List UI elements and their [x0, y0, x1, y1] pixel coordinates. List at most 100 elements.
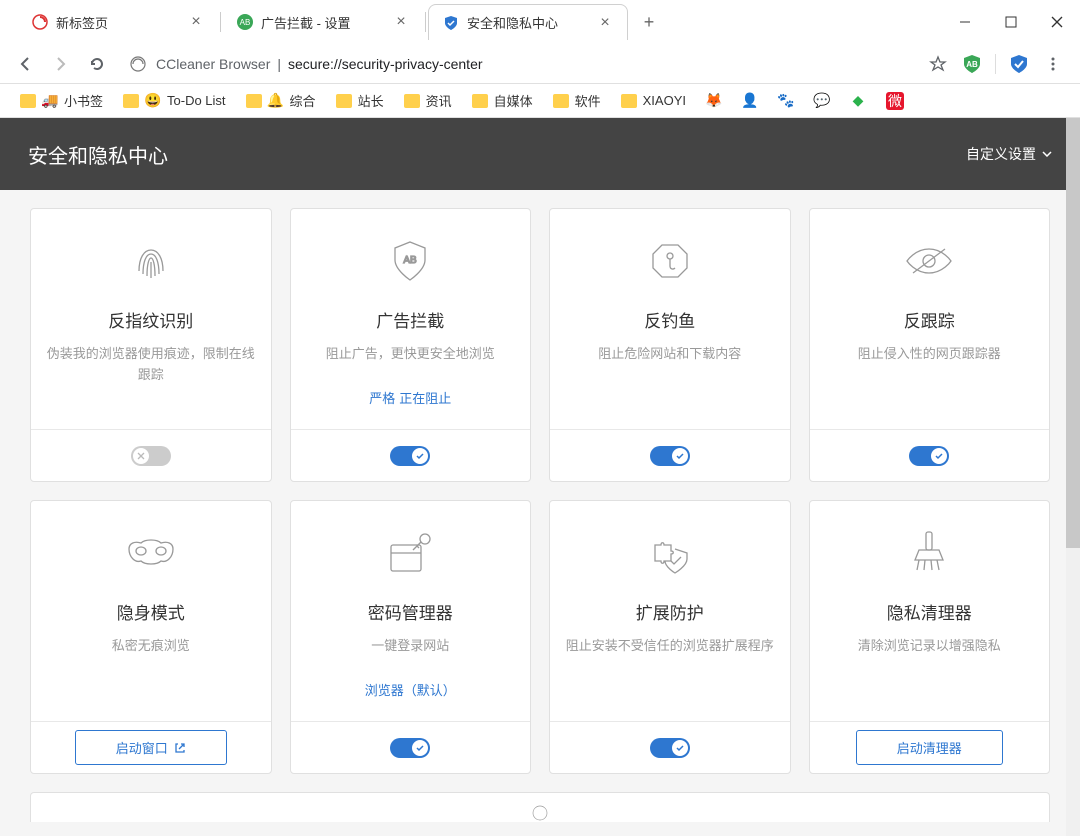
minimize-button[interactable] — [942, 0, 988, 44]
card-status[interactable]: 浏览器（默认） — [365, 680, 456, 707]
card-desc: 阻止广告，更快更安全地浏览 — [326, 344, 495, 365]
folder-icon — [553, 94, 569, 108]
todo-icon: 😃 — [145, 93, 161, 109]
folder-icon — [20, 94, 36, 108]
card-anti-tracking: 反跟踪 阻止侵入性的网页跟踪器 — [809, 208, 1051, 482]
tab-bar: 新标签页 × AB 广告拦截 - 设置 × 安全和隐私中心 × + — [0, 0, 930, 44]
puzzle-shield-icon — [645, 525, 695, 581]
brush-icon — [907, 525, 951, 581]
folder-icon — [123, 94, 139, 108]
folder-icon — [404, 94, 420, 108]
bookmark-folder[interactable]: 软件 — [547, 87, 607, 114]
menu-button[interactable] — [1042, 53, 1064, 75]
svg-text:AB: AB — [404, 255, 418, 266]
launch-incognito-button[interactable]: 启动窗口 — [75, 730, 227, 765]
bookmark-folder[interactable]: XIAOYI — [615, 89, 692, 112]
card-extension-guard: 扩展防护 阻止安装不受信任的浏览器扩展程序 — [549, 500, 791, 774]
card-incognito: 隐身模式 私密无痕浏览 启动窗口 — [30, 500, 272, 774]
page-title: 安全和隐私中心 — [28, 140, 168, 169]
bookmark-item[interactable]: 🐾 — [772, 89, 800, 113]
card-title: 反钓鱼 — [644, 307, 695, 332]
page-content: 安全和隐私中心 自定义设置 反指纹识别 伪装我的浏览器使用痕迹，限制在线跟踪 — [0, 118, 1080, 836]
tab-title: 安全和隐私中心 — [467, 13, 589, 32]
customize-settings-button[interactable]: 自定义设置 — [966, 144, 1052, 164]
card-desc: 清除浏览记录以增强隐私 — [858, 636, 1001, 657]
fingerprint-icon — [126, 233, 176, 289]
toggle-anti-fingerprint[interactable] — [131, 446, 171, 466]
star-icon[interactable] — [927, 53, 949, 75]
card-desc: 私密无痕浏览 — [112, 636, 190, 657]
close-window-button[interactable] — [1034, 0, 1080, 44]
tab-2-active[interactable]: 安全和隐私中心 × — [428, 4, 628, 40]
tab-0[interactable]: 新标签页 × — [18, 4, 218, 40]
url-text: CCleaner Browser | secure://security-pri… — [156, 56, 483, 72]
card-desc: 一键登录网站 — [371, 636, 449, 657]
shield-icon — [443, 15, 459, 31]
weibo-icon: 微 — [886, 92, 904, 110]
close-icon[interactable]: × — [188, 14, 204, 30]
svg-text:AB: AB — [966, 60, 978, 69]
card-desc: 阻止安装不受信任的浏览器扩展程序 — [566, 636, 774, 657]
card-status[interactable]: 严格正在阻止 — [369, 388, 451, 415]
wechat-icon: 💬 — [814, 93, 830, 109]
forward-button[interactable] — [46, 49, 76, 79]
phishing-icon — [645, 233, 695, 289]
toggle-extension-guard[interactable] — [650, 738, 690, 758]
folder-icon — [472, 94, 488, 108]
close-icon[interactable]: × — [393, 14, 409, 30]
key-vault-icon — [385, 525, 435, 581]
tab-separator — [220, 12, 221, 32]
bookmark-item[interactable]: 微 — [880, 88, 910, 114]
card-desc: 阻止侵入性的网页跟踪器 — [858, 344, 1001, 365]
toggle-password-manager[interactable] — [390, 738, 430, 758]
tab-title: 广告拦截 - 设置 — [261, 13, 385, 32]
card-title: 扩展防护 — [636, 599, 704, 624]
bell-icon: 🔔 — [268, 93, 284, 109]
ab-extension-icon[interactable]: AB — [961, 53, 983, 75]
card-title: 广告拦截 — [376, 307, 444, 332]
toggle-anti-phishing[interactable] — [650, 446, 690, 466]
page-header: 安全和隐私中心 自定义设置 — [0, 118, 1080, 190]
browser-logo-icon — [32, 14, 48, 30]
bookmark-item[interactable]: 💬 — [808, 89, 836, 113]
external-link-icon — [174, 742, 186, 754]
ab-badge-icon: AB — [237, 14, 253, 30]
card-title: 反指纹识别 — [108, 307, 193, 332]
toggle-adblock[interactable] — [390, 446, 430, 466]
tab-separator — [425, 12, 426, 32]
reload-button[interactable] — [82, 49, 112, 79]
site-info-icon[interactable] — [130, 56, 146, 72]
bookmark-folder[interactable]: 站长 — [330, 87, 390, 114]
bookmark-item[interactable]: 👤 — [736, 89, 764, 113]
bookmark-folder[interactable]: 🔔综合 — [240, 87, 322, 114]
card-anti-fingerprint: 反指纹识别 伪装我的浏览器使用痕迹，限制在线跟踪 — [30, 208, 272, 482]
url-box[interactable]: CCleaner Browser | secure://security-pri… — [118, 49, 921, 79]
card-title: 隐身模式 — [117, 599, 185, 624]
shield-ab-icon: AB — [385, 233, 435, 289]
bookmark-item[interactable]: 🦊 — [700, 89, 728, 113]
shield-extension-icon[interactable] — [1008, 53, 1030, 75]
card-title: 隐私清理器 — [887, 599, 972, 624]
bookmark-item[interactable]: ◆ — [844, 89, 872, 113]
launch-cleaner-button[interactable]: 启动清理器 — [856, 730, 1003, 765]
address-bar: CCleaner Browser | secure://security-pri… — [0, 44, 1080, 84]
truck-icon: 🚚 — [42, 93, 58, 109]
scrollbar[interactable] — [1066, 118, 1080, 836]
bookmark-folder[interactable]: 😃To-Do List — [117, 89, 232, 113]
tab-1[interactable]: AB 广告拦截 - 设置 × — [223, 4, 423, 40]
bookmark-folder[interactable]: 🚚小书签 — [14, 87, 109, 114]
bookmark-folder[interactable]: 资讯 — [398, 87, 458, 114]
bookmark-folder[interactable]: 自媒体 — [466, 87, 539, 114]
bookmarks-bar: 🚚小书签 😃To-Do List 🔔综合 站长 资讯 自媒体 软件 XIAOYI… — [0, 84, 1080, 118]
card-privacy-cleaner: 隐私清理器 清除浏览记录以增强隐私 启动清理器 — [809, 500, 1051, 774]
back-button[interactable] — [10, 49, 40, 79]
feedly-icon: ◆ — [850, 93, 866, 109]
folder-icon — [246, 94, 262, 108]
close-icon[interactable]: × — [597, 15, 613, 31]
card-desc: 伪装我的浏览器使用痕迹，限制在线跟踪 — [45, 344, 257, 386]
maximize-button[interactable] — [988, 0, 1034, 44]
eye-off-icon — [901, 233, 957, 289]
cards-grid: 反指纹识别 伪装我的浏览器使用痕迹，限制在线跟踪 AB 广告拦截 阻止广告，更快… — [0, 190, 1080, 792]
new-tab-button[interactable]: + — [634, 7, 664, 37]
toggle-anti-tracking[interactable] — [909, 446, 949, 466]
